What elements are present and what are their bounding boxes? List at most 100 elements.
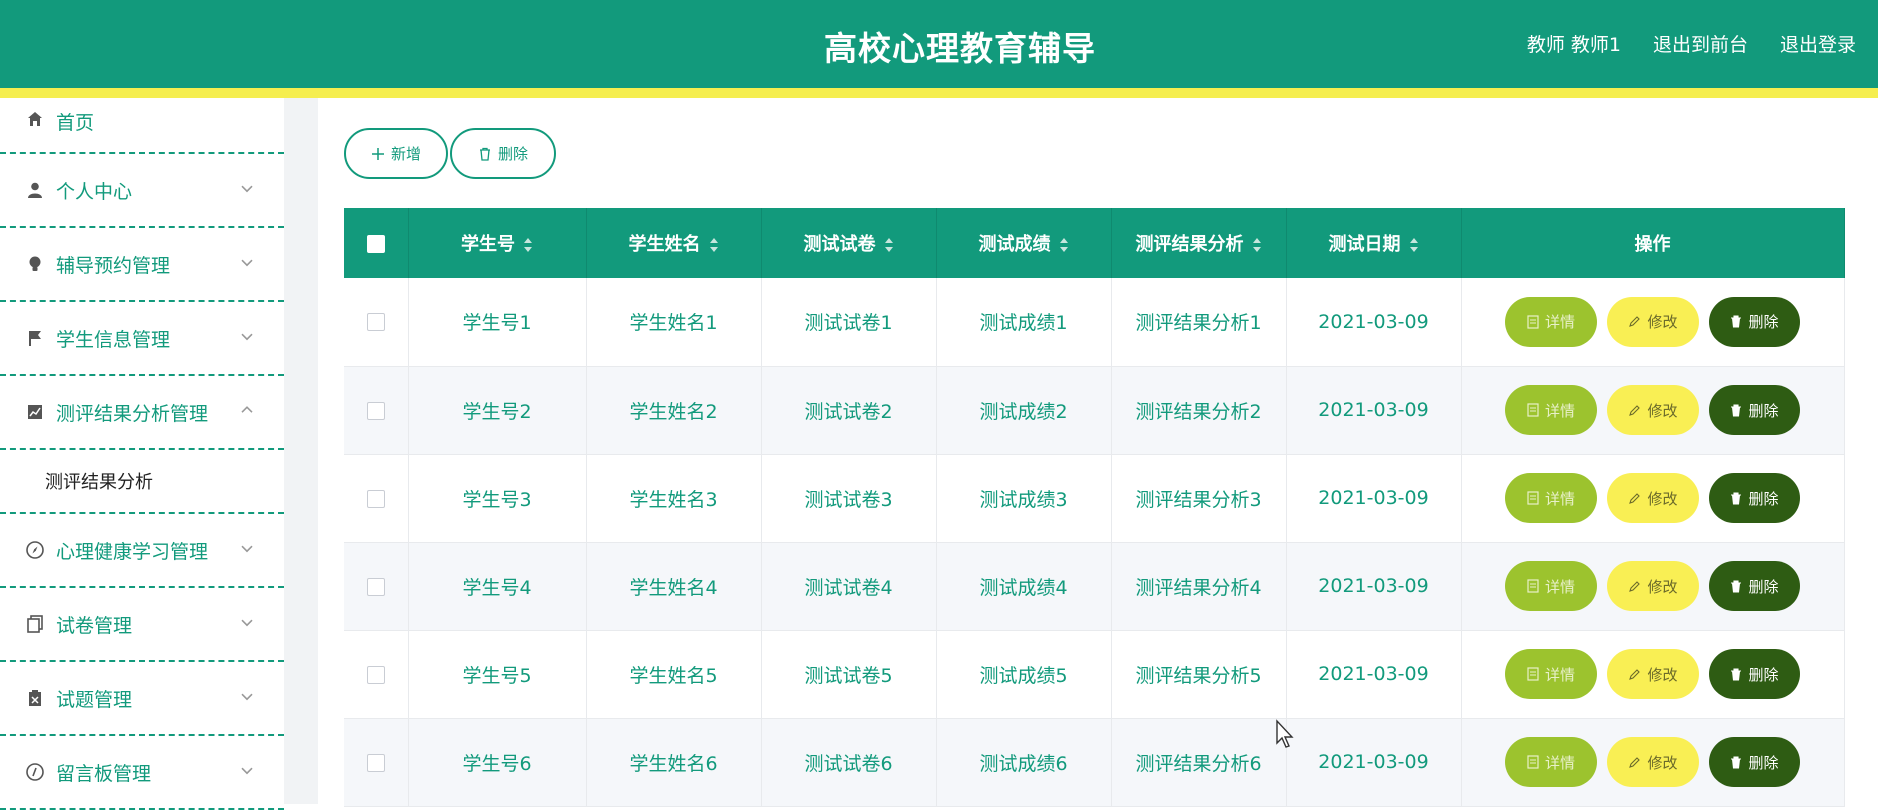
sidebar-item-learning[interactable]: 心理健康学习管理 — [0, 514, 284, 588]
row-checkbox[interactable] — [366, 753, 385, 772]
sidebar-item-students[interactable]: 学生信息管理 — [0, 302, 284, 376]
edit-button[interactable]: 修改 — [1607, 561, 1699, 611]
detail-button[interactable]: 详情 — [1505, 737, 1597, 787]
back-to-front-link[interactable]: 退出到前台 — [1653, 30, 1748, 57]
column-header[interactable]: 测评结果分析 — [1111, 208, 1287, 278]
edit-button[interactable]: 修改 — [1607, 737, 1699, 787]
sort-icon[interactable] — [709, 237, 719, 253]
row-checkbox[interactable] — [366, 401, 385, 420]
row-checkbox[interactable] — [366, 665, 385, 684]
row-checkbox[interactable] — [366, 577, 385, 596]
table-row: 学生号4 学生姓名4 测试试卷4 测试成绩4 测评结果分析4 2021-03-09 详情 修改… — [344, 542, 1845, 631]
trash-icon — [1731, 579, 1742, 593]
detail-button-label: 详情 — [1544, 313, 1575, 332]
delete-button-label: 删除 — [1748, 401, 1779, 420]
data-table: 学生号 学生姓名 测试试卷 测试成绩 测评结果分析 测试日期 操作 学生号1 学生… — [344, 208, 1845, 807]
table-cell: 2021-03-09 — [1286, 718, 1462, 807]
trash-icon — [479, 147, 490, 161]
trash-icon — [1731, 667, 1742, 681]
table-cell: 测试成绩5 — [936, 630, 1112, 719]
row-checkbox[interactable] — [366, 489, 385, 508]
chevron-down-icon — [241, 185, 253, 193]
table-cell: 测试成绩2 — [936, 366, 1112, 455]
sort-icon[interactable] — [1252, 237, 1262, 253]
delete-button[interactable]: 删除 — [1709, 473, 1800, 523]
sidebar-item-label: 首页 — [56, 112, 95, 134]
chevron-down-icon — [241, 259, 253, 267]
row-checkbox[interactable] — [366, 313, 385, 332]
edit-button-label: 修改 — [1647, 753, 1678, 772]
table-cell: 学生号2 — [408, 366, 587, 455]
detail-button[interactable]: 详情 — [1505, 649, 1597, 699]
sidebar-item-messages[interactable]: 留言板管理 — [0, 736, 284, 810]
pencil-icon — [1629, 580, 1641, 592]
detail-button[interactable]: 详情 — [1505, 296, 1597, 347]
sidebar-item-label: 测评结果分析管理 — [56, 402, 209, 425]
sort-icon[interactable] — [1409, 237, 1419, 253]
delete-button[interactable]: 删除 — [1709, 561, 1800, 611]
select-all-checkbox[interactable] — [366, 234, 385, 253]
detail-button[interactable]: 详情 — [1505, 561, 1597, 611]
sidebar-subitem-evaluation-analysis[interactable]: 测评结果分析 — [0, 450, 284, 514]
edit-button[interactable]: 修改 — [1607, 296, 1699, 347]
row-actions: 详情 修改 删除 — [1461, 366, 1845, 455]
table-cell: 学生号4 — [408, 542, 587, 631]
current-user-label[interactable]: 教师 教师1 — [1527, 30, 1621, 57]
column-header[interactable]: 学生号 — [408, 208, 587, 278]
plus-icon — [371, 147, 384, 160]
edit-button-label: 修改 — [1647, 401, 1678, 420]
detail-button-label: 详情 — [1544, 577, 1575, 596]
column-header[interactable]: 测试日期 — [1286, 208, 1462, 278]
sidebar-item-personal[interactable]: 个人中心 — [0, 154, 284, 228]
table-cell: 学生号6 — [408, 718, 587, 807]
delete-button-label: 删除 — [1748, 489, 1779, 508]
delete-button[interactable]: 删除 — [1709, 649, 1800, 699]
table-cell: 测试成绩4 — [936, 542, 1112, 631]
sort-icon[interactable] — [884, 237, 894, 253]
row-actions: 详情 修改 删除 — [1461, 542, 1845, 631]
table-cell: 学生姓名5 — [586, 630, 762, 719]
column-header-actions: 操作 — [1461, 208, 1845, 278]
table-cell: 测试成绩6 — [936, 718, 1112, 807]
column-header[interactable]: 测试成绩 — [936, 208, 1112, 278]
delete-button[interactable]: 删除 — [1709, 296, 1800, 347]
header-user-links: 教师 教师1 退出到前台 退出登录 — [1527, 30, 1856, 57]
column-header[interactable]: 学生姓名 — [586, 208, 762, 278]
detail-button[interactable]: 详情 — [1505, 473, 1597, 523]
chart-icon — [24, 401, 46, 423]
table-cell: 学生号3 — [408, 454, 587, 543]
delete-button[interactable]: 删除 — [1709, 737, 1800, 787]
chevron-down-icon — [241, 619, 253, 627]
batch-delete-button[interactable]: 删除 — [450, 128, 556, 179]
sort-icon[interactable] — [523, 237, 533, 253]
logout-link[interactable]: 退出登录 — [1780, 30, 1856, 57]
sidebar-item-evaluation[interactable]: 测评结果分析管理 — [0, 376, 284, 450]
sidebar-item-home[interactable]: 首页 — [0, 98, 284, 154]
table-row: 学生号2 学生姓名2 测试试卷2 测试成绩2 测评结果分析2 2021-03-09 详情 修改… — [344, 366, 1845, 455]
flag-icon — [24, 327, 46, 349]
sort-icon[interactable] — [1059, 237, 1069, 253]
table-header-row: 学生号 学生姓名 测试试卷 测试成绩 测评结果分析 测试日期 操作 — [344, 208, 1845, 278]
edit-button[interactable]: 修改 — [1607, 649, 1699, 699]
sidebar-item-label: 心理健康学习管理 — [56, 540, 209, 563]
trash-icon — [1731, 755, 1742, 769]
toolbar: 新增 删除 — [344, 128, 556, 179]
detail-button[interactable]: 详情 — [1505, 385, 1597, 435]
sidebar-item-appointment[interactable]: 辅导预约管理 — [0, 228, 284, 302]
add-button[interactable]: 新增 — [344, 128, 448, 179]
delete-button[interactable]: 删除 — [1709, 385, 1800, 435]
column-header[interactable]: 测试试卷 — [761, 208, 937, 278]
delete-button-label: 删除 — [1748, 753, 1779, 772]
row-select-cell — [344, 630, 409, 719]
row-actions: 详情 修改 删除 — [1461, 454, 1845, 543]
detail-button-label: 详情 — [1544, 401, 1575, 420]
table-cell: 测试成绩3 — [936, 454, 1112, 543]
row-select-cell — [344, 454, 409, 543]
edit-button[interactable]: 修改 — [1607, 473, 1699, 523]
table-cell: 2021-03-09 — [1286, 454, 1462, 543]
sidebar-item-questions[interactable]: 试题管理 — [0, 662, 284, 736]
table-cell: 学生姓名1 — [586, 278, 762, 367]
edit-button[interactable]: 修改 — [1607, 385, 1699, 435]
sidebar-item-papers[interactable]: 试卷管理 — [0, 588, 284, 662]
table-cell: 测评结果分析2 — [1111, 366, 1287, 455]
